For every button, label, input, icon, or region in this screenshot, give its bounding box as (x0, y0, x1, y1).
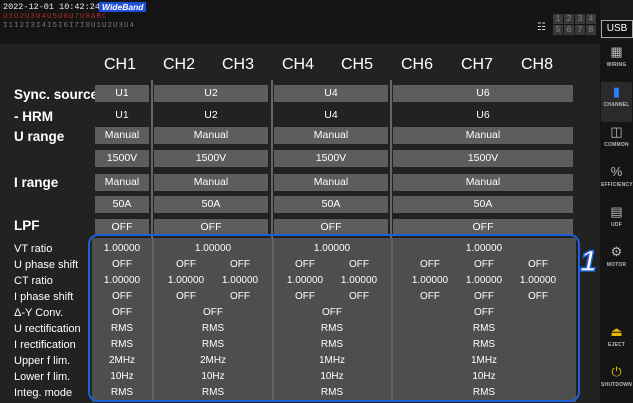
sync-source-ch1[interactable]: U1 (95, 85, 149, 102)
row-label-lpf: LPF (14, 218, 40, 233)
channel-header: CH7 (461, 56, 494, 73)
divider (151, 80, 153, 240)
grid-cell: 7 (575, 25, 585, 35)
input-indicator-row2: I1I2I3I4I5I6I7I8U1U2U3U4 (3, 22, 136, 30)
grid-cell: 5 (553, 25, 563, 35)
i-range-value-ch1[interactable]: 50A (95, 196, 149, 213)
row-label-sync: Sync. source (14, 87, 99, 102)
channel-header: CH2 (163, 56, 196, 73)
u-range-mode-ch23[interactable]: Manual (154, 127, 268, 144)
channel-header: CH1 (104, 56, 137, 73)
param-label: I rectification (14, 339, 76, 351)
sidebar-channel[interactable]: ▮ CHANNEL (601, 82, 632, 122)
status-bar: 2022-12-01 10:42:24 WideBand U1U2U3U4U5U… (0, 0, 600, 44)
param-label: Lower f lim. (14, 371, 71, 383)
divider (390, 80, 392, 240)
sidebar-wiring[interactable]: ▦ WIRING (601, 42, 632, 82)
channel-icon: ▮ (612, 84, 621, 99)
sync-source-ch23[interactable]: U2 (154, 85, 268, 102)
sidebar-efficiency[interactable]: % EFFICIENCY (601, 162, 633, 202)
u-range-mode-ch45[interactable]: Manual (274, 127, 388, 144)
network-icon: ☷ (537, 22, 546, 33)
param-label: Upper f lim. (14, 355, 71, 367)
sidebar-motor[interactable]: ⚙ MOTOR (601, 242, 632, 282)
i-range-mode-ch1[interactable]: Manual (95, 174, 149, 191)
u-range-value-ch678[interactable]: 1500V (393, 150, 573, 167)
sidebar-udf[interactable]: ▤ UDF (601, 202, 632, 242)
sync-source-ch678[interactable]: U6 (393, 85, 573, 102)
hrm-ch678: U6 (476, 109, 490, 121)
efficiency-icon: % (610, 164, 623, 179)
u-range-mode-ch1[interactable]: Manual (95, 127, 149, 144)
u-range-mode-ch678[interactable]: Manual (393, 127, 573, 144)
param-label: U phase shift (14, 259, 79, 271)
channel-header: CH3 (222, 56, 255, 73)
param-label: I phase shift (14, 291, 74, 303)
shutdown-icon: ⏻ (611, 364, 622, 379)
u-range-value-ch45[interactable]: 1500V (274, 150, 388, 167)
input-indicator-row1: U1U2U3U4U5U6U7U8ABC (3, 13, 108, 21)
eject-icon: ⏏ (610, 324, 623, 339)
i-range-mode-ch678[interactable]: Manual (393, 174, 573, 191)
channel-header: CH5 (341, 56, 374, 73)
grid-cell: 2 (564, 14, 574, 24)
callout-number: 1 (579, 244, 597, 279)
grid-cell: 6 (564, 25, 574, 35)
page-grid: 1234 5678 (553, 14, 596, 35)
channel-header: CH8 (521, 56, 554, 73)
channel-header: CH4 (282, 56, 315, 73)
channel-header: CH6 (401, 56, 434, 73)
usb-indicator: USB (601, 20, 633, 38)
highlight-frame (88, 234, 580, 402)
sidebar-common[interactable]: ◫ COMMON (601, 122, 632, 162)
row-label-irange: I range (14, 175, 59, 190)
sidebar-shutdown[interactable]: ⏻ SHUTDOWN (601, 362, 632, 402)
i-range-value-ch678[interactable]: 50A (393, 196, 573, 213)
i-range-value-ch23[interactable]: 50A (154, 196, 268, 213)
param-label: U rectification (14, 323, 81, 335)
grid-cell: 8 (586, 25, 596, 35)
grid-cell: 1 (553, 14, 563, 24)
u-range-value-ch23[interactable]: 1500V (154, 150, 268, 167)
hrm-ch23: U2 (204, 109, 218, 121)
timestamp: 2022-12-01 10:42:24 (3, 2, 100, 12)
u-range-value-ch1[interactable]: 1500V (95, 150, 149, 167)
divider (271, 80, 273, 240)
udf-icon: ▤ (610, 204, 623, 219)
wiring-icon: ▦ (610, 44, 623, 59)
common-icon: ◫ (610, 124, 623, 139)
param-label: VT ratio (14, 243, 53, 255)
sync-source-ch45[interactable]: U4 (274, 85, 388, 102)
param-label: Integ. mode (14, 387, 73, 399)
grid-cell: 4 (586, 14, 596, 24)
i-range-value-ch45[interactable]: 50A (274, 196, 388, 213)
sidebar: ▦ WIRING ▮ CHANNEL ◫ COMMON % EFFICIENCY ▤ UD… (600, 40, 633, 403)
hrm-ch45: U4 (324, 109, 338, 121)
hrm-ch1: U1 (115, 109, 129, 121)
wideband-badge: WideBand (99, 2, 147, 12)
sidebar-eject[interactable]: ⏏ EJECT (601, 322, 632, 362)
grid-cell: 3 (575, 14, 585, 24)
i-range-mode-ch45[interactable]: Manual (274, 174, 388, 191)
param-label: Δ-Y Conv. (14, 307, 64, 319)
row-label-urange: U range (14, 129, 65, 144)
i-range-mode-ch23[interactable]: Manual (154, 174, 268, 191)
motor-icon: ⚙ (610, 244, 623, 259)
row-label-hrm: - HRM (14, 109, 53, 124)
param-label: CT ratio (14, 275, 53, 287)
